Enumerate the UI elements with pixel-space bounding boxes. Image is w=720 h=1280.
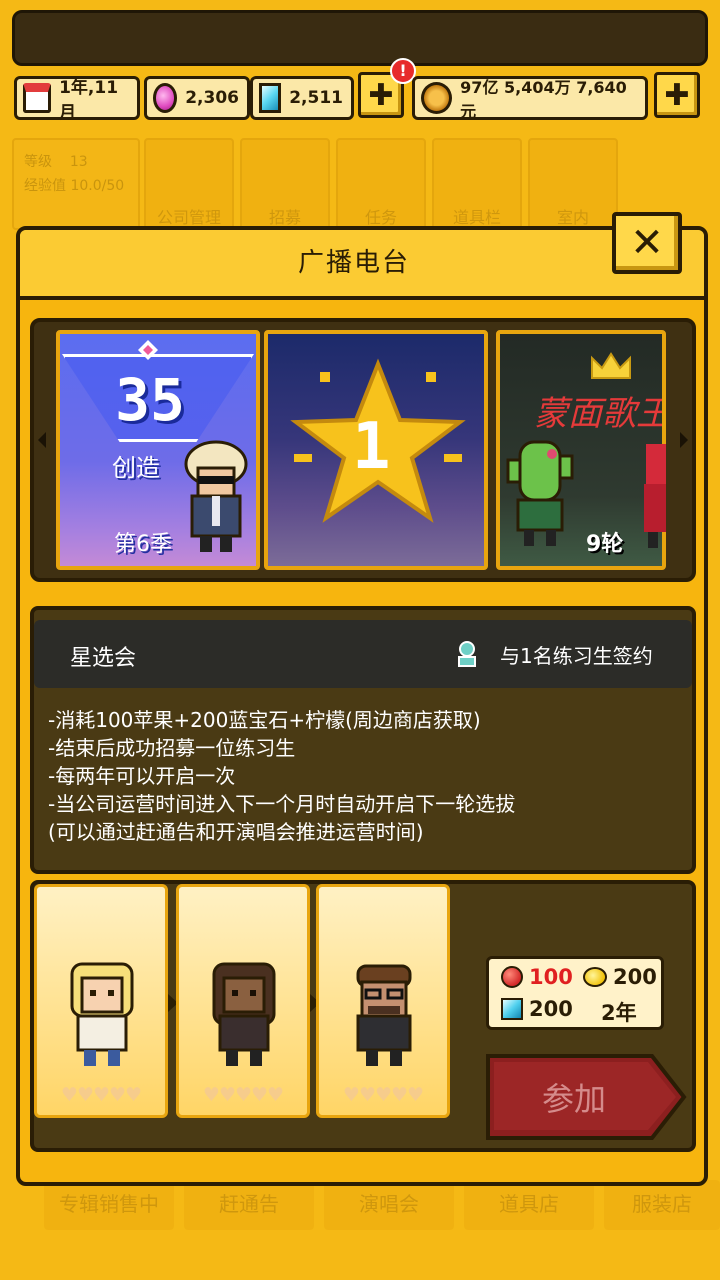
pink-gem-value: 2,306 bbox=[185, 88, 239, 108]
sign-contract-text: 与1名练习生签约 bbox=[500, 644, 653, 668]
blonde-trainee-icon bbox=[70, 962, 134, 1066]
bottom-tab: 专辑销售中 bbox=[44, 1180, 174, 1230]
affinity-hearts: ♥♥♥♥♥ bbox=[342, 1084, 424, 1106]
bottom-tab: 服装店 bbox=[604, 1180, 720, 1230]
add-money-button[interactable]: ✚ bbox=[654, 72, 700, 118]
level-label: 等级 bbox=[24, 154, 52, 170]
carousel-next-icon[interactable] bbox=[680, 432, 688, 448]
close-icon: ✕ bbox=[630, 220, 664, 266]
card-rank-number: 35 bbox=[115, 366, 185, 434]
blue-gem-value: 2,511 bbox=[289, 88, 343, 108]
background-menu: 等级 13 经验值 10.0/50 公司管理 招募 任务 道具栏 室内 bbox=[12, 138, 712, 230]
crown-icon bbox=[138, 340, 158, 360]
calendar-icon bbox=[23, 83, 52, 113]
trainee-icon bbox=[458, 641, 476, 667]
close-button[interactable]: ✕ bbox=[612, 212, 682, 274]
sapphire-icon bbox=[501, 998, 523, 1020]
level-panel: 等级 13 经验值 10.0/50 bbox=[12, 138, 140, 230]
card-subtitle: 创造 bbox=[112, 454, 160, 482]
crown-gold-icon bbox=[591, 352, 631, 379]
level-value: 13 bbox=[69, 154, 88, 170]
background-bottom-tabs: 专辑销售中 赶通告 演唱会 道具店 服装店 bbox=[44, 1180, 720, 1230]
pink-gem-icon bbox=[153, 83, 178, 113]
dark-hair-trainee-icon bbox=[212, 962, 276, 1066]
menu-tile-indoor: 室内 bbox=[528, 138, 618, 230]
sapphire-cost-value: 200 bbox=[529, 997, 573, 1021]
menu-tile-company: 公司管理 bbox=[144, 138, 234, 230]
bottom-tab: 演唱会 bbox=[324, 1180, 454, 1230]
rule-item: -结束后成功招募一位练习生 bbox=[48, 736, 296, 760]
money-pill: 97亿 5,404万 7,640元 bbox=[412, 76, 648, 121]
plus-icon: ✚ bbox=[368, 77, 394, 113]
menu-tile-tasks: 任务 bbox=[336, 138, 426, 230]
round-count-label: 9轮 bbox=[586, 532, 624, 557]
apple-cost-value: 100 bbox=[529, 965, 573, 989]
blue-gem-icon bbox=[259, 83, 282, 113]
modal-title: 广播电台 bbox=[297, 248, 410, 278]
affinity-hearts: ♥♥♥♥♥ bbox=[60, 1084, 142, 1106]
lemon-cost-value: 200 bbox=[613, 965, 657, 989]
cost-box: 100 200 200 2年 bbox=[486, 956, 664, 1030]
affinity-hearts: ♥♥♥♥♥ bbox=[202, 1084, 284, 1106]
top-banner bbox=[12, 10, 708, 66]
period-value: 2年 bbox=[601, 1001, 637, 1025]
lemon-icon bbox=[583, 967, 607, 987]
menu-tile-recruit: 招募 bbox=[240, 138, 330, 230]
rose-character-icon bbox=[644, 444, 666, 548]
period: 2年 bbox=[601, 997, 637, 1027]
cactus-character-icon bbox=[506, 440, 574, 546]
event-name: 星选会 bbox=[70, 646, 137, 671]
star-rank-number: 1 bbox=[352, 410, 391, 484]
sapphire-cost: 200 bbox=[501, 997, 573, 1021]
blue-gem-pill: 2,511 bbox=[250, 76, 354, 120]
rule-item: -每两年可以开启一次 bbox=[48, 764, 236, 788]
date-pill: 1年,11月 bbox=[14, 76, 140, 123]
menu-tile-items: 道具栏 bbox=[432, 138, 522, 230]
host-character-icon bbox=[184, 440, 248, 552]
plus-icon: ✚ bbox=[664, 77, 690, 113]
apple-cost: 100 bbox=[501, 965, 573, 989]
money-value: 97亿 5,404万 7,640元 bbox=[460, 78, 627, 121]
carousel-prev-icon[interactable] bbox=[38, 432, 46, 448]
masked-singer-title: 蒙面歌王 bbox=[534, 394, 662, 434]
join-button-label[interactable]: 参加 bbox=[484, 1074, 664, 1120]
season-label: 第6季 bbox=[114, 532, 172, 557]
lemon-cost: 200 bbox=[583, 965, 657, 989]
bottom-tab: 赶通告 bbox=[184, 1180, 314, 1230]
event-rules: -消耗100苹果+200蓝宝石+柠檬(周边商店获取) -结束后成功招募一位练习生… bbox=[48, 706, 688, 846]
rule-item: -消耗100苹果+200蓝宝石+柠檬(周边商店获取) bbox=[48, 708, 481, 732]
glasses-trainee-icon bbox=[356, 964, 412, 1066]
bottom-tab: 道具店 bbox=[464, 1180, 594, 1230]
date-value: 1年,11月 bbox=[59, 78, 119, 123]
coin-icon bbox=[421, 82, 453, 114]
rule-item: (可以通过赶通告和开演唱会推进运营时间) bbox=[48, 820, 424, 844]
apple-icon bbox=[501, 966, 523, 988]
exp-label: 经验值 10.0/50 bbox=[24, 178, 125, 194]
rule-item: -当公司运营时间进入下一个月时自动开启下一轮选拔 bbox=[48, 792, 516, 816]
pink-gem-pill: 2,306 bbox=[144, 76, 250, 120]
